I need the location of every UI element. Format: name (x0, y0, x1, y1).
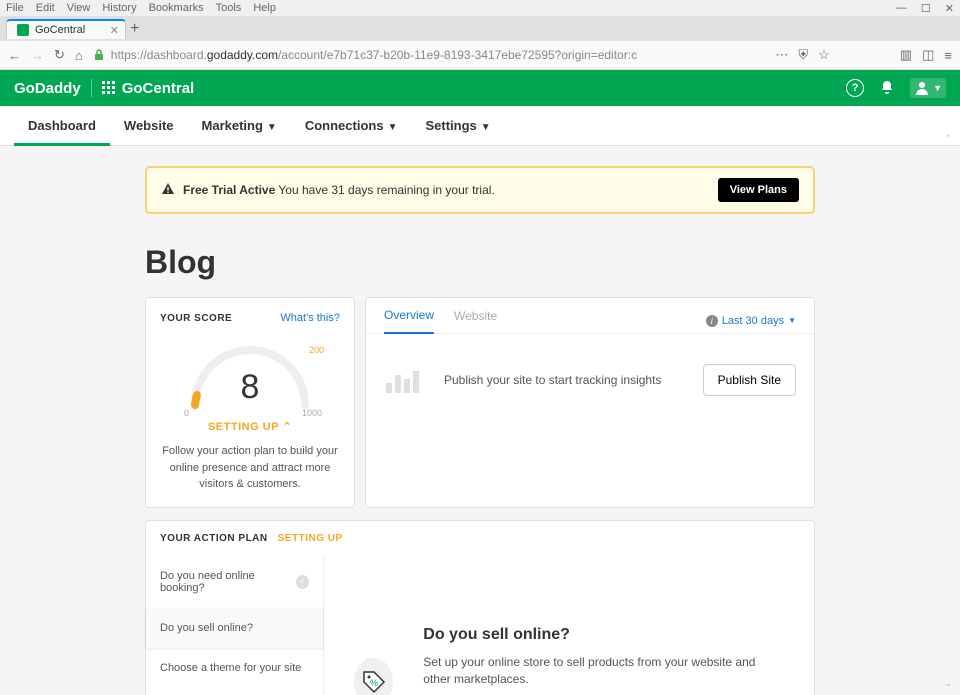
tab-title: GoCentral (35, 24, 85, 36)
publish-site-button[interactable]: Publish Site (703, 364, 796, 396)
nav-dashboard[interactable]: Dashboard (14, 106, 110, 145)
protection-icon[interactable]: ⛨ (798, 47, 808, 63)
action-detail: % Do you sell online? Set up your online… (324, 556, 814, 695)
user-menu[interactable]: ▼ (910, 78, 946, 98)
chevron-down-icon: ▼ (788, 316, 796, 325)
detail-description: Set up your online store to sell product… (423, 654, 784, 688)
nav-right: ⋯ ⛨ ☆ ▥ ◫ ≡ (775, 47, 952, 63)
chevron-down-icon: ▼ (388, 122, 398, 133)
alert-text: Free Trial Active You have 31 days remai… (183, 183, 495, 197)
help-icon[interactable]: ? (846, 79, 864, 97)
brand-separator (91, 79, 92, 97)
close-tab-icon[interactable]: ✕ (110, 24, 119, 37)
user-icon (914, 80, 930, 96)
browser-tab-bar: GoCentral ✕ + (0, 17, 960, 41)
grid-icon (102, 81, 116, 95)
chevron-down-icon: ▼ (481, 122, 491, 133)
page-title: Blog (145, 244, 815, 281)
menu-help[interactable]: Help (253, 2, 276, 14)
action-item-sell-online[interactable]: Do you sell online? (146, 608, 323, 648)
window-controls: — ☐ ✕ (896, 2, 954, 15)
main-nav: Dashboard Website Marketing▼ Connections… (0, 106, 960, 146)
action-item-theme[interactable]: Choose a theme for your site (146, 648, 323, 688)
view-plans-button[interactable]: View Plans (718, 178, 799, 202)
chevron-down-icon: ▼ (267, 122, 277, 133)
menu-history[interactable]: History (102, 2, 136, 14)
overview-message: Publish your site to start tracking insi… (444, 373, 683, 387)
favicon-icon (17, 24, 29, 36)
action-item-booking[interactable]: Do you need online booking? ✓ (146, 556, 323, 608)
nav-website[interactable]: Website (110, 106, 188, 145)
menu-bookmarks[interactable]: Bookmarks (149, 2, 204, 14)
nav-marketing[interactable]: Marketing▼ (188, 106, 291, 145)
chevron-down-icon: ▼ (933, 83, 942, 93)
warning-icon (161, 182, 175, 199)
minimize-icon[interactable]: — (896, 2, 907, 15)
menu-edit[interactable]: Edit (36, 2, 55, 14)
lock-icon (93, 49, 105, 61)
bell-icon[interactable] (878, 79, 896, 97)
score-label: YOUR SCORE (160, 313, 232, 324)
menu-file[interactable]: File (6, 2, 24, 14)
chart-icon (384, 365, 424, 395)
menu-view[interactable]: View (67, 2, 91, 14)
reload-icon[interactable]: ↻ (54, 47, 65, 63)
info-icon: i (706, 315, 718, 327)
browser-menubar: File Edit View History Bookmarks Tools H… (0, 0, 960, 17)
score-stage: SETTING UP ⌃ (160, 420, 340, 433)
home-icon[interactable]: ⌂ (75, 48, 83, 63)
back-icon[interactable]: ← (8, 48, 21, 63)
bookmark-icon[interactable]: ☆ (818, 47, 830, 63)
tab-website[interactable]: Website (454, 309, 497, 333)
browser-tab[interactable]: GoCentral ✕ (6, 19, 126, 39)
app-header: GoDaddy GoCentral ? ▼ (0, 70, 960, 106)
svg-text:%: % (370, 678, 378, 688)
product-switcher[interactable]: GoCentral (102, 80, 195, 97)
action-list: Do you need online booking? ✓ Do you sel… (146, 556, 324, 695)
gauge-max: 1000 (302, 408, 322, 418)
page-content: GoDaddy GoCentral ? ▼ Dashboard Website … (0, 70, 960, 695)
new-tab-button[interactable]: + (130, 20, 139, 38)
url-bar[interactable]: https://dashboard.godaddy.com/account/e7… (93, 48, 766, 62)
close-window-icon[interactable]: ✕ (945, 2, 954, 15)
browser-nav-bar: ← → ↻ ⌂ https://dashboard.godaddy.com/ac… (0, 41, 960, 70)
overview-card: Overview Website i Last 30 days ▼ Publis… (365, 297, 815, 508)
gauge-mid: 200 (309, 345, 324, 355)
page-actions-icon[interactable]: ⋯ (775, 47, 788, 63)
url-text: https://dashboard.godaddy.com/account/e7… (111, 48, 637, 62)
library-icon[interactable]: ▥ (900, 47, 912, 63)
hamburger-icon[interactable]: ≡ (944, 48, 952, 63)
score-gauge: 8 0 200 1000 (180, 340, 320, 410)
action-item-publish[interactable]: Publish your website (146, 688, 323, 695)
price-tag-icon: % (354, 658, 393, 695)
maximize-icon[interactable]: ☐ (921, 2, 931, 15)
nav-connections[interactable]: Connections▼ (291, 106, 412, 145)
chevron-up-icon: ⌃ (282, 421, 292, 433)
check-icon: ✓ (296, 575, 309, 589)
tab-overview[interactable]: Overview (384, 308, 434, 334)
detail-title: Do you sell online? (423, 626, 784, 644)
brand-logo[interactable]: GoDaddy (14, 80, 81, 97)
sidebar-icon[interactable]: ◫ (922, 47, 934, 63)
score-value: 8 (180, 368, 320, 407)
score-description: Follow your action plan to build your on… (160, 443, 340, 493)
scroll-up-icon[interactable]: ˆ (947, 134, 950, 144)
period-selector[interactable]: i Last 30 days ▼ (706, 315, 796, 327)
menu-tools[interactable]: Tools (216, 2, 242, 14)
action-plan-card: YOUR ACTION PLAN SETTING UP Do you need … (145, 520, 815, 695)
gauge-min: 0 (184, 408, 189, 418)
nav-settings[interactable]: Settings▼ (411, 106, 504, 145)
forward-icon[interactable]: → (31, 48, 44, 63)
scrollbar[interactable]: ˆ ˇ (944, 134, 958, 693)
whats-this-link[interactable]: What's this? (280, 312, 340, 324)
trial-alert: Free Trial Active You have 31 days remai… (145, 166, 815, 214)
action-stage: SETTING UP (278, 533, 343, 544)
action-heading: YOUR ACTION PLAN (160, 533, 268, 544)
score-card: YOUR SCORE What's this? 8 0 200 1000 SET… (145, 297, 355, 508)
